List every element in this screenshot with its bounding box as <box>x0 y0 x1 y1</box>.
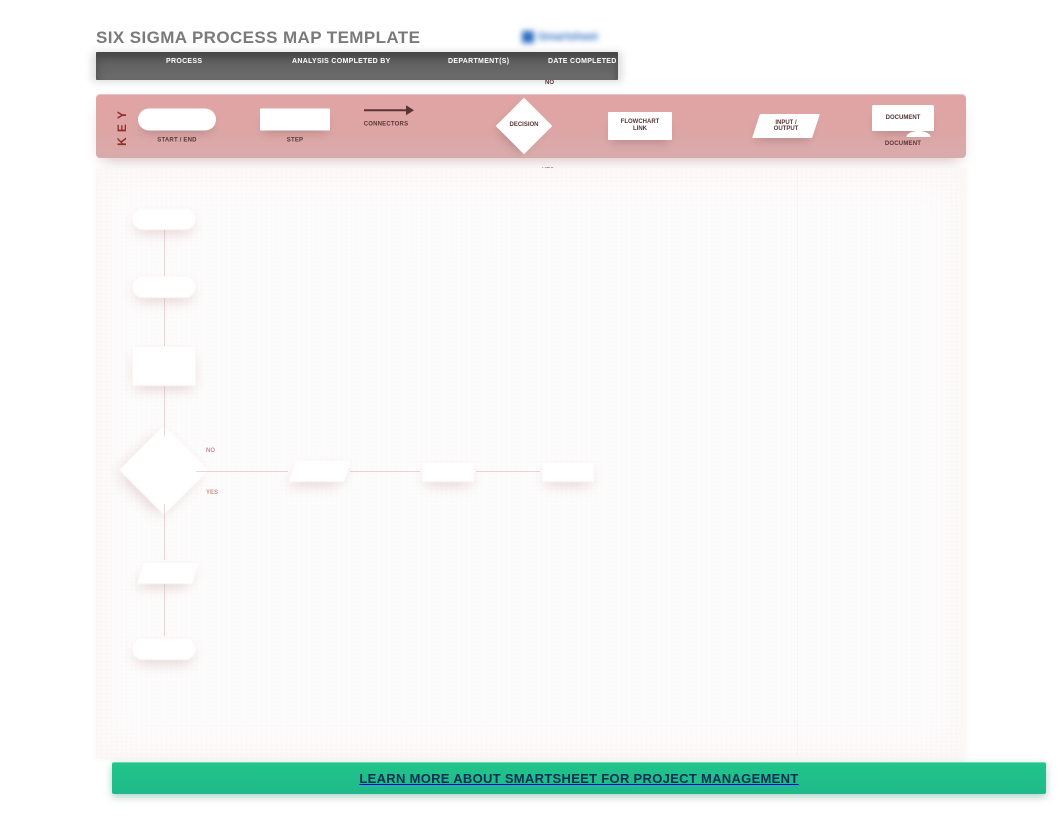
ghost-no-label: NO <box>206 448 215 454</box>
conn-v2 <box>164 298 165 346</box>
document-caption: DOCUMENT <box>872 105 934 131</box>
step-shape <box>260 109 330 131</box>
key-startend: START / END <box>138 109 216 144</box>
cta-label: LEARN MORE ABOUT SMARTSHEET FOR PROJECT … <box>359 771 798 786</box>
ghost-end <box>132 638 196 660</box>
cta-learn-more[interactable]: LEARN MORE ABOUT SMARTSHEET FOR PROJECT … <box>112 762 1046 794</box>
key-io: INPUT / OUTPUT <box>756 114 816 138</box>
conn-h2 <box>350 471 420 472</box>
column-header-strip: PROCESS ANALYSIS COMPLETED BY DEPARTMENT… <box>96 52 618 80</box>
conn-v1 <box>164 230 165 276</box>
connectors-caption: CONNECTORS <box>356 121 416 127</box>
flowchart-caption: FLOWCHART LINK <box>608 112 672 140</box>
key-label: KEY <box>115 106 129 146</box>
process-canvas: NO YES <box>96 168 966 758</box>
startend-shape <box>138 109 216 131</box>
io-shape: INPUT / OUTPUT <box>752 114 820 138</box>
key-decision: DECISION NO YES <box>494 96 554 156</box>
connectors-shape <box>356 110 416 112</box>
brand-mark: Smartsheet <box>522 30 622 44</box>
ghost-yes-label: YES <box>206 490 218 496</box>
key-step: STEP <box>260 109 330 144</box>
startend-caption: START / END <box>138 138 216 144</box>
key-flowchart: FLOWCHART LINK <box>608 112 672 140</box>
page-title: SIX SIGMA PROCESS MAP TEMPLATE <box>96 28 420 48</box>
ghost-step-2 <box>132 346 196 386</box>
conn-v5 <box>164 584 165 636</box>
key-document: DOCUMENT DOCUMENT <box>872 105 934 147</box>
document-shape: DOCUMENT <box>872 105 934 131</box>
key-connectors: CONNECTORS <box>356 110 416 128</box>
brand-icon <box>522 31 534 43</box>
ghost-start <box>132 208 196 230</box>
col-date-completed: DATE COMPLETED <box>548 58 617 65</box>
ghost-branch-1 <box>288 460 351 482</box>
decision-no-label: NO <box>545 80 554 86</box>
conn-v4 <box>164 504 165 560</box>
ghost-branch-2 <box>422 462 474 482</box>
decision-caption: DECISION <box>509 122 538 128</box>
key-bar: KEY START / END STEP CONNECTORS DECISION… <box>96 94 966 158</box>
conn-h1 <box>196 471 288 472</box>
ghost-io <box>136 562 199 584</box>
col-process: PROCESS <box>166 58 202 65</box>
col-analysis-by: ANALYSIS COMPLETED BY <box>292 58 391 65</box>
ghost-branch-3 <box>542 462 594 482</box>
flowchart-shape: FLOWCHART LINK <box>608 112 672 140</box>
col-departments: DEPARTMENT(S) <box>448 58 509 65</box>
brand-text: Smartsheet <box>538 31 598 43</box>
io-caption: INPUT / OUTPUT <box>756 114 816 138</box>
ghost-step-1 <box>132 276 196 298</box>
step-caption: STEP <box>260 138 330 144</box>
conn-v3 <box>164 386 165 436</box>
document-caption-2: DOCUMENT <box>872 141 934 147</box>
conn-h3 <box>476 471 540 472</box>
